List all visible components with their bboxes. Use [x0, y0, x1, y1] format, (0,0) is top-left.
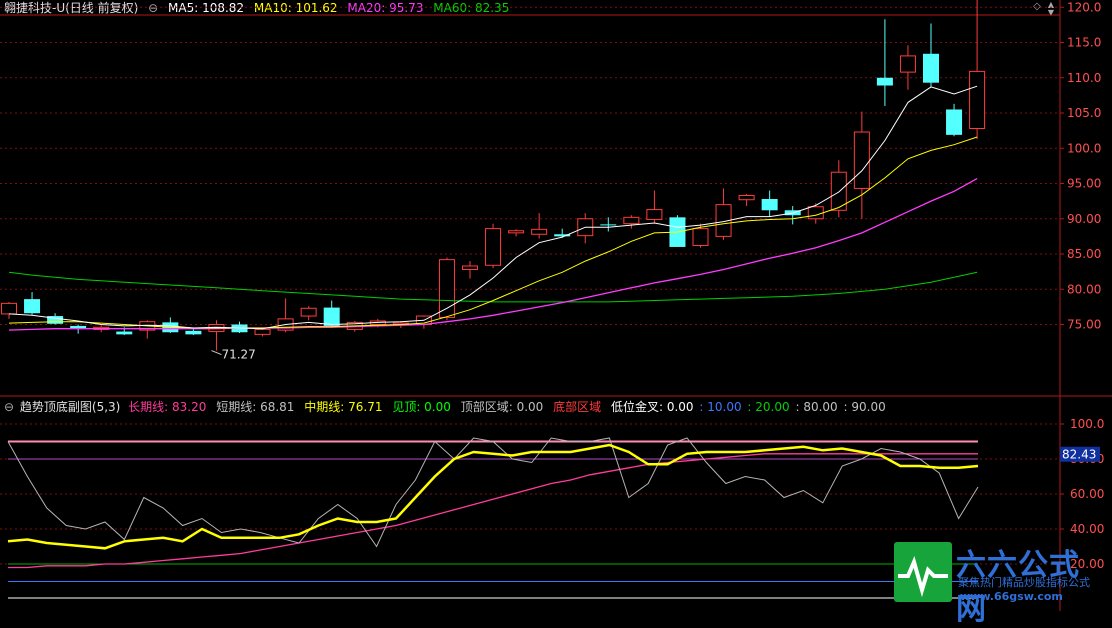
candle-body	[508, 230, 525, 234]
candle-body	[300, 307, 317, 317]
candle-body	[876, 77, 893, 86]
ma60-line	[8, 271, 978, 303]
candle-body	[946, 109, 963, 135]
price-tick-label: 95.00	[1067, 177, 1101, 191]
candle-body	[600, 224, 617, 226]
candle-body	[807, 206, 824, 220]
price-tick-label: 85.00	[1067, 247, 1101, 261]
price-tick-label: 100.0	[1067, 141, 1101, 155]
watermark-logo: 六六公式网 聚焦热门精品炒股指标公式 www.66gsw.com	[894, 540, 1110, 627]
price-tick-label: 80.00	[1067, 282, 1101, 296]
candle-body	[1, 302, 17, 315]
high-price-label: 122.40	[989, 0, 1031, 1]
current-value-label: 82.43	[1062, 448, 1096, 462]
price-tick-label: 105.0	[1067, 106, 1101, 120]
sub-tick-label: 60.00	[1070, 487, 1104, 501]
chart-canvas[interactable]: 120.0 115.0 110.0 105.0 100.0 95.00 90.00 85.00…	[0, 0, 1112, 611]
candle-body	[485, 228, 502, 266]
candle-body	[323, 307, 340, 326]
price-tick-label: 115.0	[1067, 36, 1101, 50]
sub-tick-label: 40.00	[1070, 522, 1104, 536]
price-tick-label: 75.00	[1067, 318, 1101, 332]
candle-body	[185, 330, 202, 335]
candle-body	[646, 209, 663, 220]
logo-subtitle: 聚焦热门精品炒股指标公式	[958, 576, 1090, 589]
candle-body	[24, 299, 41, 314]
candle-body	[531, 228, 548, 235]
candle-body	[692, 228, 709, 247]
candle-body	[623, 216, 640, 225]
logo-url: www.66gsw.com	[960, 590, 1063, 603]
mid-line	[7, 443, 979, 550]
candle-body	[969, 70, 986, 130]
price-tick-label: 110.0	[1067, 71, 1101, 85]
candle-body	[853, 131, 870, 189]
candle-body	[116, 331, 133, 335]
candle-body	[923, 53, 939, 83]
candle-body	[899, 55, 916, 73]
price-tick-label: 90.00	[1067, 212, 1101, 226]
candle-body	[761, 199, 778, 211]
candle-body	[462, 265, 478, 271]
candle-body	[254, 328, 271, 335]
low-price-label: 71.27	[221, 348, 255, 362]
candle-body	[70, 325, 87, 329]
price-tick-label: 120.0	[1067, 0, 1101, 14]
low-marker	[211, 350, 222, 356]
sub-tick-label: 100.0	[1070, 417, 1104, 431]
candle-body	[738, 194, 755, 201]
long-line	[8, 453, 978, 569]
logo-icon	[894, 542, 952, 602]
